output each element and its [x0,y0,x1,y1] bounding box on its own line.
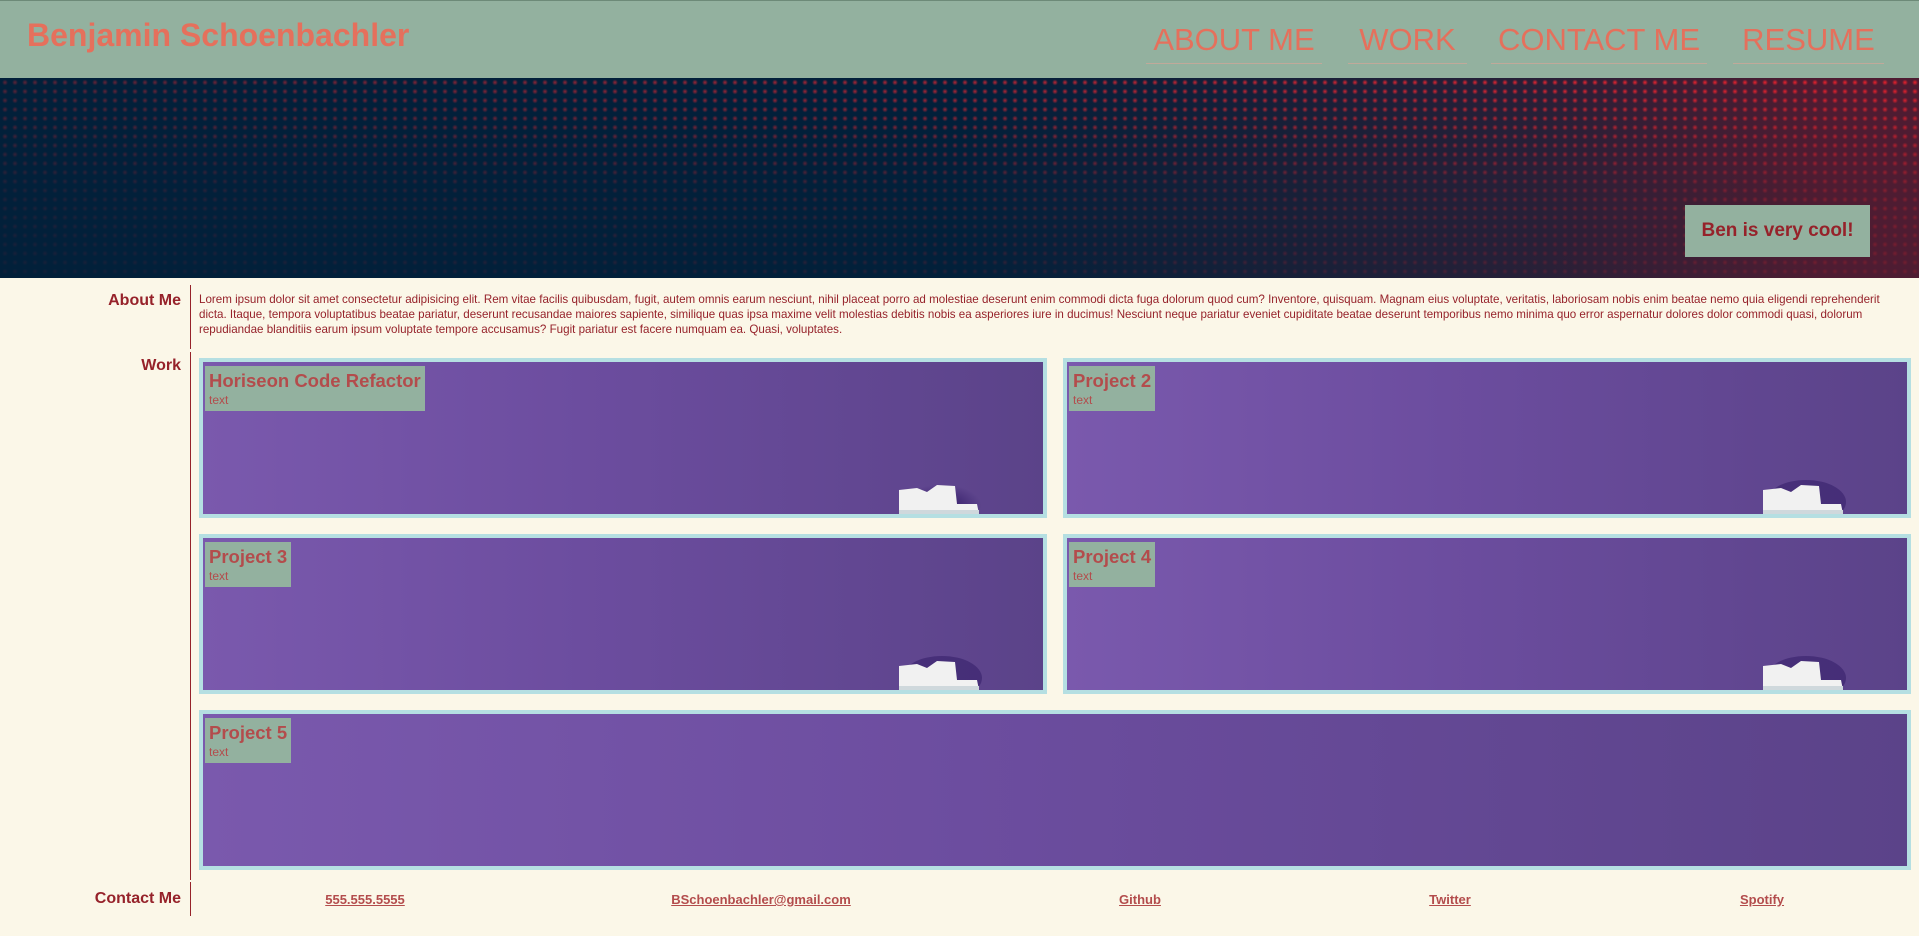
project-card-label: Horiseon Code Refactor text [205,366,425,411]
project-card-4[interactable]: Project 4 text [1063,534,1911,694]
project-text: text [1073,569,1093,583]
project-title: Project 2 [1073,370,1152,391]
site-header: Benjamin Schoenbachler ABOUT ME WORK CON… [0,0,1919,78]
project-card-label: Project 3 text [205,542,292,587]
project-title: Project 3 [209,546,288,567]
hero-badge: Ben is very cool! [1685,205,1870,257]
project-card-label: Project 5 text [205,718,292,763]
contact-github-link[interactable]: Github [1119,892,1161,907]
nav-work[interactable]: WORK [1348,21,1467,64]
project-card-2[interactable]: Project 2 text [1063,358,1911,518]
contact-email-link[interactable]: BSchoenbachler@gmail.com [671,892,851,907]
project-text: text [209,393,229,407]
project-card-label: Project 4 text [1069,542,1156,587]
project-title: Project 5 [209,722,288,743]
about-divider [190,285,191,349]
about-label: About Me [108,292,181,309]
contact-phone-link[interactable]: 555.555.5555 [325,892,405,907]
contact-twitter-link[interactable]: Twitter [1429,892,1471,907]
about-text: Lorem ipsum dolor sit amet consectetur a… [199,293,1880,336]
nav-resume[interactable]: RESUME [1733,21,1884,64]
project-card-label: Project 2 text [1069,366,1156,411]
project-image-icon [1763,480,1846,514]
project-image-icon [899,480,982,514]
project-text: text [1073,393,1093,407]
nav-contact-me[interactable]: CONTACT ME [1491,21,1707,64]
project-title: Horiseon Code Refactor [209,370,421,391]
site-title: Benjamin Schoenbachler [27,17,410,53]
hero-dot-pattern [0,78,1919,278]
project-text: text [209,745,229,759]
project-image-icon [899,656,982,690]
project-card-5[interactable]: Project 5 text [199,710,1911,870]
nav-about-me[interactable]: ABOUT ME [1146,21,1322,64]
contact-label: Contact Me [94,890,181,907]
hero-banner: Ben is very cool! [0,78,1919,278]
work-label: Work [141,357,181,374]
contact-spotify-link[interactable]: Spotify [1740,892,1784,907]
project-card-1[interactable]: Horiseon Code Refactor text [199,358,1047,518]
project-title: Project 4 [1073,546,1152,567]
project-card-3[interactable]: Project 3 text [199,534,1047,694]
project-image-icon [1763,656,1846,690]
contact-divider [190,882,191,916]
work-divider [190,352,191,880]
project-text: text [209,569,229,583]
